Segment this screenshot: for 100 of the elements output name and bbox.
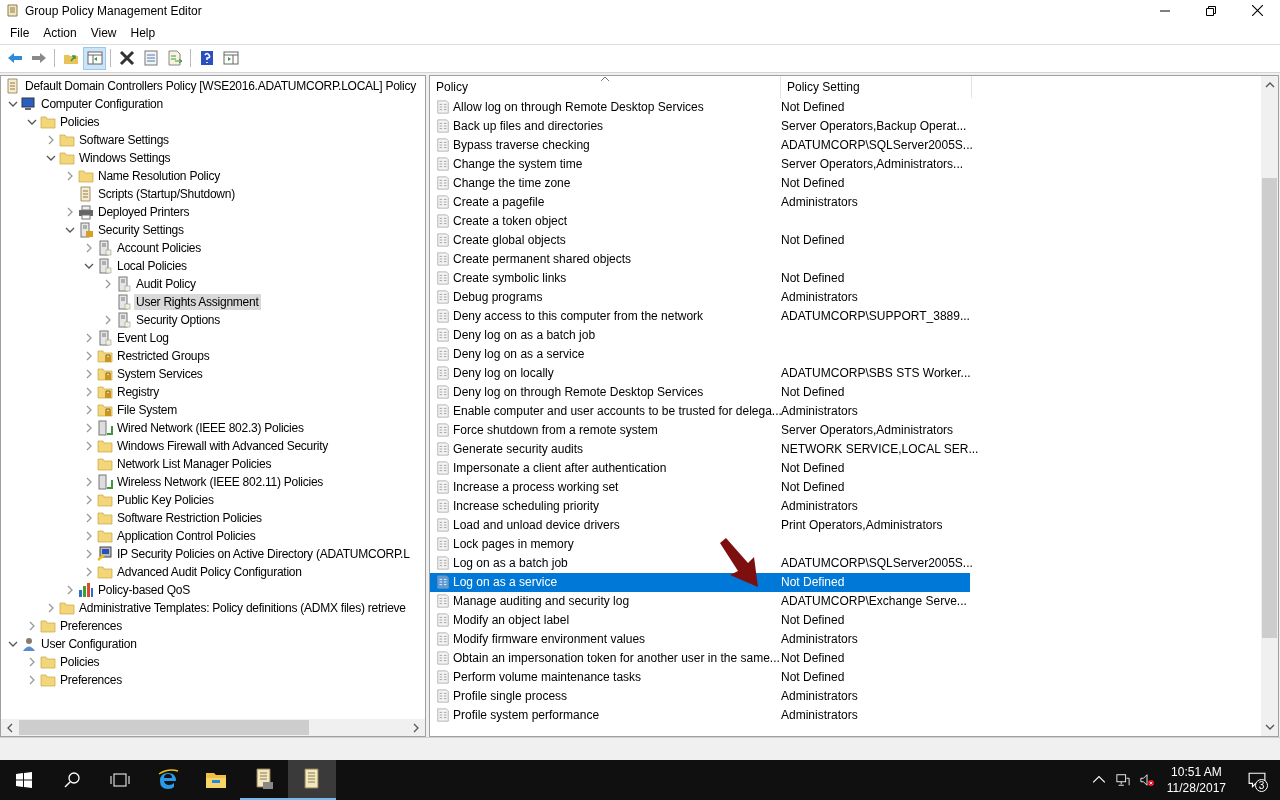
list-row[interactable]: Enable computer and user accounts to be trusted for delega...Administrators xyxy=(430,401,970,421)
tree-item[interactable]: Restricted Groups xyxy=(115,347,212,364)
list-row[interactable]: Force shutdown from a remote system Server Operators,Administrators xyxy=(430,420,970,440)
menu-item[interactable]: File xyxy=(3,23,37,42)
tree-item[interactable]: Scripts (Startup/Shutdown) xyxy=(96,185,237,202)
tree-item[interactable]: Name Resolution Policy xyxy=(96,167,222,184)
list-row[interactable]: Allow log on through Remote Desktop Services Not Defined xyxy=(430,97,970,117)
list-row[interactable]: Deny access to this computer from the network ADATUMCORP\SUPPORT_3889... xyxy=(430,306,970,326)
list-row[interactable]: Obtain an impersonation token for another user in the same...Not Defined xyxy=(430,648,970,668)
tree-item[interactable]: Security Options xyxy=(134,311,223,328)
tree-item[interactable]: Advanced Audit Policy Configuration xyxy=(115,563,304,580)
tree-item[interactable]: Administrative Templates: Policy definitions (ADMX files) retrieve xyxy=(77,599,408,616)
list-row[interactable]: Create global objects Not Defined xyxy=(430,230,970,250)
list-row[interactable]: Back up files and directories Server Operators,Backup Operat... xyxy=(430,116,970,136)
column-header[interactable]: Policy xyxy=(430,75,781,98)
list-row[interactable]: Modify an object label Not Defined xyxy=(430,610,970,630)
tree-item[interactable]: Default Domain Controllers Policy [WSE2016.ADATUMCORP.LOCAL] Policy xyxy=(23,77,418,94)
tree-item[interactable]: Software Restriction Policies xyxy=(115,509,264,526)
policy-name: Deny log on through Remote Desktop Services xyxy=(453,385,704,400)
scroll-right-icon[interactable] xyxy=(411,722,421,733)
policy-icon xyxy=(436,119,450,134)
folder-icon xyxy=(78,167,94,184)
muted-speaker-icon[interactable] xyxy=(1139,773,1154,787)
policy-setting: Administrators xyxy=(781,632,858,647)
list-row[interactable]: Modify firmware environment values Administrators xyxy=(430,629,970,649)
list-row[interactable]: Perform volume maintenance tasks Not Defined xyxy=(430,667,970,687)
tree-item[interactable]: Wireless Network (IEEE 802.11) Policies xyxy=(115,473,326,490)
network-icon[interactable] xyxy=(1115,773,1130,787)
tree-item[interactable]: Software Settings xyxy=(77,131,171,148)
tree-item[interactable]: User Rights Assignment xyxy=(134,293,261,310)
policy-name: Impersonate a client after authentication xyxy=(453,461,667,476)
scrollbar-thumb[interactable] xyxy=(1262,177,1277,638)
tree-item[interactable]: Audit Policy xyxy=(134,275,198,292)
list-row[interactable]: Manage auditing and security log ADATUMCORP\Exchange Serve... xyxy=(430,591,970,611)
server-icon xyxy=(116,311,132,328)
menu-item[interactable]: Action xyxy=(36,23,84,42)
scrollbar-thumb[interactable] xyxy=(19,720,309,736)
tree-item[interactable]: Preferences xyxy=(58,617,124,634)
tree-item[interactable]: Event Log xyxy=(115,329,171,346)
tree-item[interactable]: File System xyxy=(115,401,179,418)
list-row[interactable]: Change the system time Server Operators,Administrators... xyxy=(430,154,970,174)
tree-item[interactable]: User Configuration xyxy=(39,635,139,652)
scroll-left-icon[interactable] xyxy=(5,722,15,733)
list-row[interactable]: Create symbolic links Not Defined xyxy=(430,268,970,288)
tree-item[interactable]: Network List Manager Policies xyxy=(115,455,274,472)
tree-item[interactable]: Policy-based QoS xyxy=(96,581,193,598)
list-row[interactable]: Deny log on as a batch job xyxy=(430,325,970,345)
list-row[interactable]: Create permanent shared objects xyxy=(430,249,970,269)
pane-icon xyxy=(222,50,239,67)
tree-item[interactable]: Security Settings xyxy=(96,221,186,238)
tree-item[interactable]: Windows Firewall with Advanced Security xyxy=(115,437,330,454)
list-row[interactable]: Bypass traverse checking ADATUMCORP\SQLServer2005S... xyxy=(430,135,970,155)
policy-setting: Not Defined xyxy=(781,461,845,476)
tree-item[interactable]: Local Policies xyxy=(115,257,189,274)
notification-icon[interactable] xyxy=(1248,771,1266,789)
list-row[interactable]: Load and unload device drivers Print Operators,Administrators xyxy=(430,515,970,535)
list-row[interactable]: Deny log on through Remote Desktop Services Not Defined xyxy=(430,382,970,402)
column-header[interactable]: Policy Setting xyxy=(781,75,972,98)
tree-item[interactable]: Wired Network (IEEE 802.3) Policies xyxy=(115,419,306,436)
list-row[interactable]: Debug programs Administrators xyxy=(430,287,970,307)
policy-setting: Administrators xyxy=(781,195,858,210)
tree-item[interactable]: IP Security Policies on Active Directory (ADATUMCORP.L xyxy=(115,545,412,562)
list-row[interactable]: Increase scheduling priority Administrators xyxy=(430,496,970,516)
tree-item[interactable]: Deployed Printers xyxy=(96,203,192,220)
list-row[interactable]: Increase a process working set Not Defined xyxy=(430,477,970,497)
tree-item[interactable]: Application Control Policies xyxy=(115,527,258,544)
list-row[interactable]: Deny log on as a service xyxy=(430,344,970,364)
folder-icon xyxy=(97,527,113,544)
policy-name: Manage auditing and security log xyxy=(453,594,630,609)
list-row[interactable]: Log on as a service Not Defined xyxy=(430,572,970,592)
policy-icon xyxy=(436,480,450,495)
list-row[interactable]: Create a pagefile Administrators xyxy=(430,192,970,212)
tree-item[interactable]: Preferences xyxy=(58,671,124,688)
policy-name: Create symbolic links xyxy=(453,271,567,286)
clock[interactable]: 10:51 AM 11/28/2017 xyxy=(1158,764,1234,796)
list-row[interactable]: Lock pages in memory xyxy=(430,534,970,554)
show-tree-button[interactable] xyxy=(83,46,106,70)
list-row[interactable]: Profile system performance Administrators xyxy=(430,705,970,725)
policy-icon xyxy=(436,309,450,324)
folder-icon xyxy=(97,509,113,526)
list-row[interactable]: Profile single process Administrators xyxy=(430,686,970,706)
policy-name: Create a token object xyxy=(453,214,568,229)
tree-item[interactable]: Policies xyxy=(58,653,102,670)
menu-item[interactable]: Help xyxy=(123,23,163,42)
list-row[interactable]: Impersonate a client after authentication Not Defined xyxy=(430,458,970,478)
tree-item[interactable]: Policies xyxy=(58,113,102,130)
tree-item[interactable]: Registry xyxy=(115,383,161,400)
tree-item[interactable]: Public Key Policies xyxy=(115,491,216,508)
policy-icon xyxy=(436,651,450,666)
delete-icon xyxy=(118,50,135,67)
tree-item[interactable]: Windows Settings xyxy=(77,149,173,166)
list-row[interactable]: Create a token object xyxy=(430,211,970,231)
list-row[interactable]: Change the time zone Not Defined xyxy=(430,173,970,193)
tree-item[interactable]: Computer Configuration xyxy=(39,95,165,112)
list-row[interactable]: Log on as a batch job ADATUMCORP\SQLServer2005S... xyxy=(430,553,970,573)
menu-item[interactable]: View xyxy=(83,23,124,42)
scroll-taskbar-button[interactable] xyxy=(288,760,336,800)
tree-item[interactable]: Account Policies xyxy=(115,239,204,256)
list-row[interactable]: Deny log on locally ADATUMCORP\SBS STS Worker... xyxy=(430,363,970,383)
tree-item[interactable]: System Services xyxy=(115,365,205,382)
